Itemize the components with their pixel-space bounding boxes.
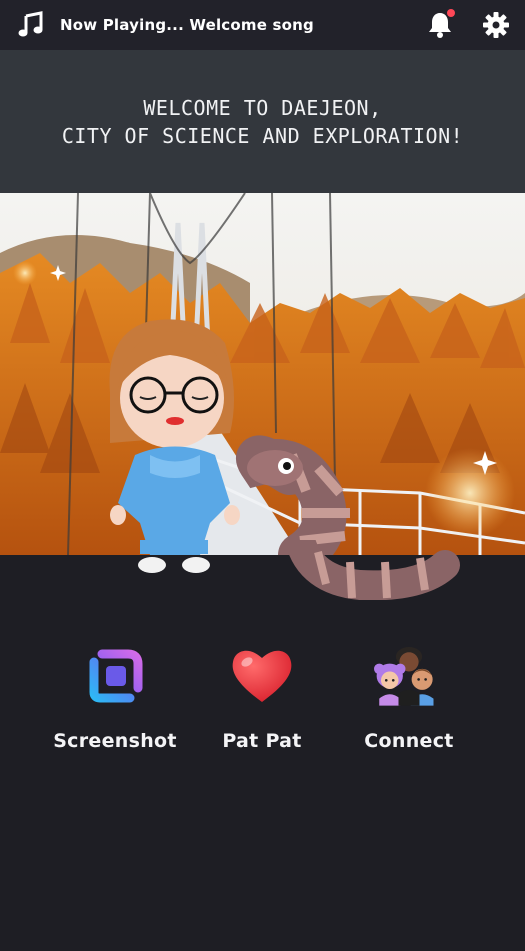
connect-button[interactable]: Connect [339, 640, 479, 752]
notification-badge [447, 9, 455, 17]
gear-icon[interactable] [483, 12, 509, 38]
welcome-banner: WELCOME TO DAEJEON, CITY OF SCIENCE AND … [0, 50, 525, 193]
welcome-text: WELCOME TO DAEJEON, CITY OF SCIENCE AND … [62, 94, 463, 150]
ar-camera-view[interactable] [0, 193, 525, 555]
screenshot-button[interactable]: Screenshot [45, 640, 185, 752]
notifications-button[interactable] [427, 9, 455, 39]
scene-illustration [0, 193, 525, 555]
welcome-line-2: CITY OF SCIENCE AND EXPLORATION! [61, 123, 464, 148]
welcome-line-1: WELCOME TO DAEJEON, [143, 95, 382, 120]
action-bar: Screenshot Pat Pat Connect [0, 640, 525, 760]
top-bar: Now Playing... Welcome song [0, 0, 525, 50]
pat-pat-button[interactable]: Pat Pat [192, 640, 332, 752]
music-note-icon[interactable] [16, 10, 46, 40]
screenshot-label: Screenshot [53, 730, 177, 752]
now-playing-text: Now Playing... Welcome song [60, 16, 314, 34]
heart-icon [232, 650, 292, 702]
screenshot-icon [89, 649, 143, 703]
connect-label: Connect [364, 730, 454, 752]
people-icon [374, 647, 434, 706]
pat-pat-label: Pat Pat [222, 730, 302, 752]
